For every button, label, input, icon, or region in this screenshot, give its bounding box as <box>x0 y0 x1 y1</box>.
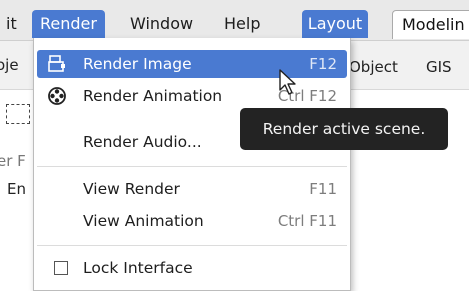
menu-edit[interactable]: it <box>0 10 25 38</box>
side-label-1: er F <box>0 152 26 170</box>
mouse-cursor-icon <box>279 69 296 95</box>
tab-modeling[interactable]: Modelin <box>392 10 469 39</box>
header-menu-object[interactable]: Object <box>349 58 398 76</box>
menu-item-shortcut: F12 <box>309 55 337 73</box>
render-image-icon <box>48 55 65 72</box>
menu-divider <box>37 166 347 167</box>
menu-item-view-animation[interactable]: View Animation Ctrl F11 <box>37 207 347 235</box>
tab-layout[interactable]: Layout <box>302 10 368 38</box>
menu-item-view-render[interactable]: View Render F11 <box>37 175 347 203</box>
menu-item-label: Render Audio... <box>83 133 202 151</box>
top-menubar: it Render Window Help Layout Modelin <box>0 0 469 41</box>
menu-divider <box>37 245 347 246</box>
menu-item-label: View Animation <box>83 212 204 230</box>
menu-item-label: View Render <box>83 180 180 198</box>
render-menu: Render Image F12 Render Animation Ctrl F… <box>33 38 351 291</box>
render-animation-icon <box>48 87 66 105</box>
menu-item-label: Render Image <box>83 55 192 73</box>
lock-interface-checkbox[interactable] <box>54 261 68 275</box>
menu-window[interactable]: Window <box>122 10 201 38</box>
menu-help[interactable]: Help <box>216 10 268 38</box>
header-object-mode[interactable]: oje <box>0 56 19 74</box>
menu-item-lock-interface[interactable]: Lock Interface <box>37 254 347 282</box>
select-box-icon[interactable] <box>6 104 30 124</box>
menu-render[interactable]: Render <box>32 10 105 38</box>
menu-item-label: Lock Interface <box>83 259 193 277</box>
menu-item-shortcut: Ctrl F11 <box>277 212 337 230</box>
menu-item-label: Render Animation <box>83 87 223 105</box>
side-label-2: En <box>7 180 26 198</box>
tooltip: Render active scene. <box>240 108 448 150</box>
header-menu-gis[interactable]: GIS <box>426 58 452 76</box>
menu-item-shortcut: F11 <box>309 180 337 198</box>
